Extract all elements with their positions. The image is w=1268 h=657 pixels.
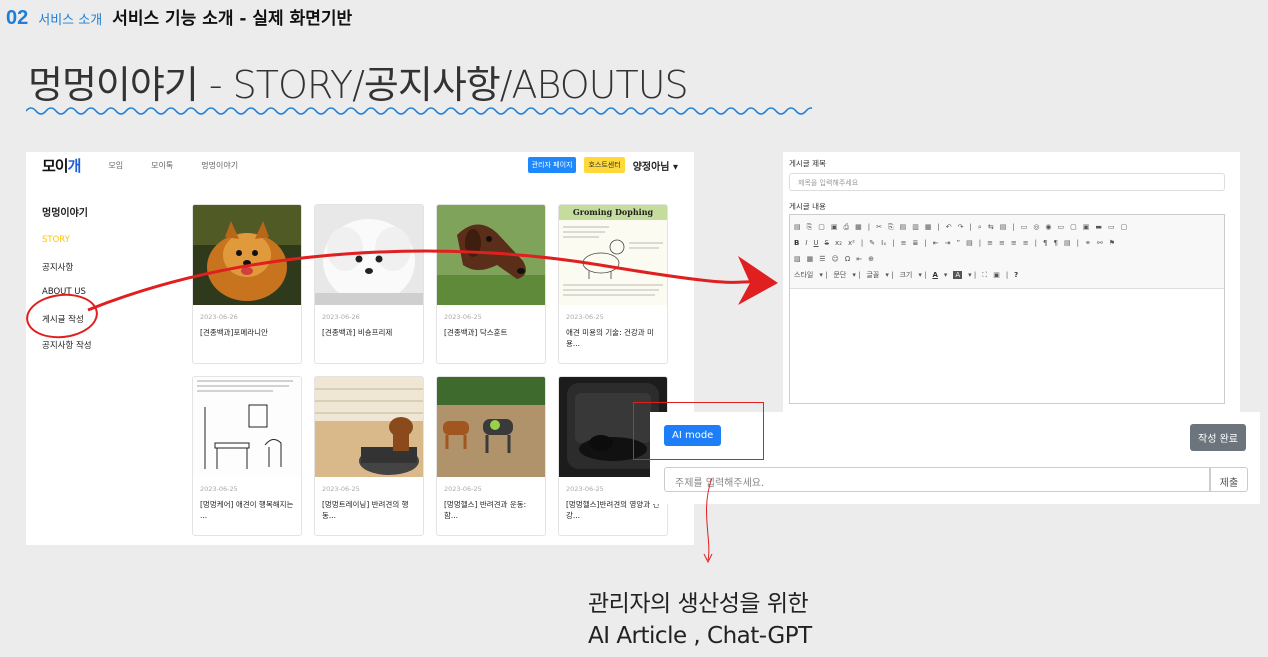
story-card[interactable]: 2023-06-26 [견종백과] 비숑프리제 — [314, 204, 424, 364]
dogs-running-photo — [437, 377, 545, 477]
maximize-icon[interactable]: ⛶ — [982, 271, 987, 280]
site-logo[interactable]: 모이개 — [42, 155, 81, 176]
italic-icon[interactable]: I — [805, 239, 807, 247]
ai-mode-highlight-box — [633, 402, 764, 460]
sidebar-item-write-notice[interactable]: 공지사항 작성 — [42, 339, 152, 365]
card-title: [견종백과] 비숑프리제 — [322, 328, 393, 337]
editor-toolbar: ▤ ⎘ ▢ ▣ ⎙ ▦ | ✂ ⎘ ▤ ▥ ▦ | ↶ ↷ | ⌕ ⇆ ▤ | ▭ ◎ ◉ ▭ ▢ ▣ ▬ ▭ ▢ B I U Sx₂ x² | ✎… — [790, 215, 1224, 289]
font-dropdown[interactable]: 글꼴 — [866, 270, 879, 280]
card-title: [멍멍헬스] 반려견과 운동: 함... — [444, 500, 527, 520]
strike-icon[interactable]: S — [825, 239, 829, 247]
submit-post-button[interactable]: 작성 완료 — [1190, 424, 1246, 451]
story-card[interactable]: 2023-06-25 [견종백과] 닥스훈트 — [436, 204, 546, 364]
red-arrowhead-icon — [738, 256, 778, 305]
cartoon-sketch-image — [193, 377, 301, 477]
nav-item-moitalk[interactable]: 모이톡 — [151, 160, 173, 171]
sidebar-item-story[interactable]: STORY — [42, 235, 152, 261]
card-date: 2023-06-25 — [200, 485, 238, 493]
card-date: 2023-06-25 — [444, 485, 482, 493]
story-card-grid: 2023-06-26 [견종백과]포메라니안 2023-06-26 [견종백과]… — [192, 204, 668, 536]
rich-text-editor[interactable]: ▤ ⎘ ▢ ▣ ⎙ ▦ | ✂ ⎘ ▤ ▥ ▦ | ↶ ↷ | ⌕ ⇆ ▤ | ▭ ◎ ◉ ▭ ▢ ▣ ▬ ▭ ▢ B I U Sx₂ x² | ✎… — [789, 214, 1225, 404]
font-color-icon[interactable]: A — [932, 271, 937, 279]
card-date: 2023-06-25 — [566, 313, 604, 321]
page-title: 멍멍이야기 - STORY/공지사항/ABOUTUS — [28, 63, 689, 107]
toolbar-row: ▨ ▦ ☰ ☺ Ω ⇤ ⊕ — [794, 255, 874, 263]
nav-item-story[interactable]: 멍멍이야기 — [201, 160, 238, 171]
card-date: 2023-06-25 — [322, 485, 360, 493]
bichon-photo — [315, 205, 423, 305]
post-title-label: 게시글 제목 — [789, 159, 826, 168]
flag-icon[interactable]: ⚑ — [1109, 239, 1115, 247]
story-page-screenshot: 모이개 모임 모이톡 멍멍이야기 관리자 페이지 호스트센터 양정아님 ▾ 멍멍… — [26, 152, 694, 545]
sidebar-title: 멍멍이야기 — [42, 208, 88, 219]
slide-section: 서비스 소개 — [38, 13, 103, 28]
card-date: 2023-06-26 — [200, 313, 238, 321]
toolbar-row: 스타일 ▾ | 문단 ▾ | 글꼴 ▾ | 크기 ▾ | A ▾ A ▾ | ⛶ ▣ |? — [794, 270, 1019, 280]
topic-input[interactable]: 주제를 입력해주세요. — [664, 467, 1210, 492]
slide-header: 02 서비스 소개 서비스 기능 소개 - 실제 화면기반 — [6, 4, 352, 30]
bg-color-icon[interactable]: A — [953, 271, 963, 279]
source-icon[interactable]: ▤ — [794, 223, 801, 231]
size-dropdown[interactable]: 크기 — [899, 270, 912, 280]
story-card[interactable]: 2023-06-26 [견종백과]포메라니안 — [192, 204, 302, 364]
nav-item-meetup[interactable]: 모임 — [108, 160, 123, 171]
host-center-button[interactable]: 호스트센터 — [584, 157, 625, 173]
svg-text:Groming Dophing: Groming Dophing — [573, 207, 654, 217]
post-content-label: 게시글 내용 — [789, 202, 826, 211]
table-icon[interactable]: ▦ — [807, 255, 814, 263]
post-editor-screenshot: 게시글 제목 제목을 입력해주세요 게시글 내용 ▤ ⎘ ▢ ▣ ⎙ ▦ | ✂ ⎘ ▤ ▥ ▦ | ↶ ↷… — [783, 152, 1240, 414]
slide-heading: 서비스 기능 소개 - 실제 화면기반 — [112, 9, 353, 29]
pomeranian-photo — [193, 205, 301, 305]
image-icon[interactable]: ▨ — [794, 255, 801, 263]
dachshund-photo — [437, 205, 545, 305]
dog-in-bucket-photo — [315, 377, 423, 477]
caption-line-1: 관리자의 생산성을 위한 — [588, 591, 809, 617]
card-title: [견종백과] 닥스훈트 — [444, 328, 508, 337]
sidebar: 멍멍이야기 STORY 공지사항 ABOUT US 게시글 작성 공지사항 작성 — [42, 204, 152, 365]
story-card[interactable]: Groming Dophing 2023-06-25 애견 미용의 기술: 건강… — [558, 204, 668, 364]
admin-page-button[interactable]: 관리자 페이지 — [527, 157, 577, 173]
story-card[interactable]: 2023-06-25 [멍멍헬스] 반려견과 운동: 함... — [436, 376, 546, 536]
find-icon[interactable]: ⌕ — [978, 223, 982, 232]
toolbar-row: ▤ ⎘ ▢ ▣ ⎙ ▦ | ✂ ⎘ ▤ ▥ ▦ | ↶ ↷ | ⌕ ⇆ ▤ | ▭ ◎ ◉ ▭ ▢ ▣ ▬ ▭ ▢ — [794, 222, 1128, 232]
post-title-input[interactable]: 제목을 입력해주세요 — [789, 173, 1225, 191]
paragraph-dropdown[interactable]: 문단 — [833, 270, 846, 280]
underline-icon[interactable]: U — [813, 239, 818, 247]
card-date: 2023-06-26 — [322, 313, 360, 321]
card-title: [멍멍트레이닝] 반려견의 행동... — [322, 500, 409, 520]
story-card[interactable]: 2023-06-25 [멍멍케어] 애견이 행복해지는 ... — [192, 376, 302, 536]
slide-number: 02 — [6, 7, 29, 29]
caption-line-2: AI Article , Chat-GPT — [588, 623, 812, 649]
top-nav: 모이개 모임 모이톡 멍멍이야기 관리자 페이지 호스트센터 양정아님 ▾ — [26, 152, 694, 178]
card-title: 애견 미용의 기술: 건강과 미용... — [566, 328, 654, 348]
card-title: [멍멍케어] 애견이 행복해지는 ... — [200, 500, 294, 520]
grooming-article-image: Groming Dophing — [559, 205, 667, 305]
story-card[interactable]: 2023-06-25 [멍멍트레이닝] 반려견의 행동... — [314, 376, 424, 536]
help-icon[interactable]: ? — [1014, 271, 1018, 279]
style-dropdown[interactable]: 스타일 — [794, 270, 813, 280]
sidebar-item-notice[interactable]: 공지사항 — [42, 261, 152, 287]
card-date: 2023-06-25 — [444, 313, 482, 321]
wave-underline — [26, 107, 812, 115]
card-title: [견종백과]포메라니안 — [200, 328, 268, 337]
bold-icon[interactable]: B — [794, 239, 799, 247]
topic-submit-button[interactable]: 제출 — [1210, 467, 1248, 492]
caption: 관리자의 생산성을 위한 AI Article , Chat-GPT — [588, 588, 812, 652]
toolbar-row: B I U Sx₂ x² | ✎ Iₓ | ≡ ≣ | ⇤ ⇥” ▤ | ≡ ≡ ≡ ≡ | ¶ ¶ ▤ | ⚭ ⚯ ⚑ — [794, 239, 1115, 247]
user-menu[interactable]: 양정아님 ▾ — [633, 158, 678, 173]
